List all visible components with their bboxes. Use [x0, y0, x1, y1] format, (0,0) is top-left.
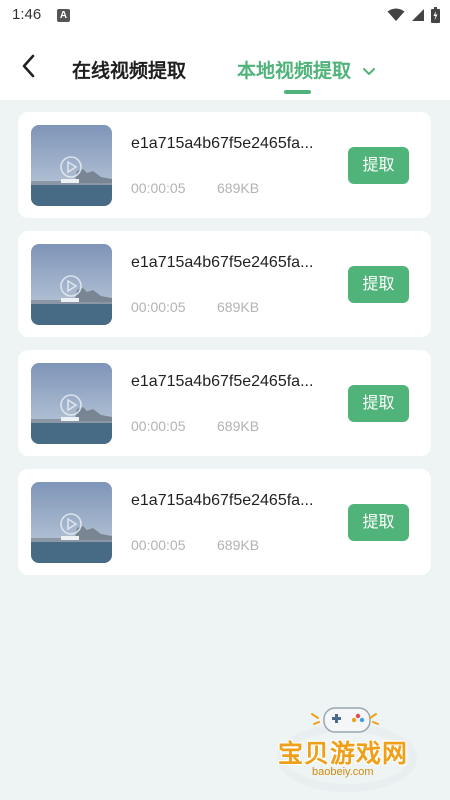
header: 在线视频提取 本地视频提取: [0, 32, 450, 100]
extract-button[interactable]: 提取: [348, 266, 409, 303]
video-size: 689KB: [217, 537, 260, 553]
video-thumbnail[interactable]: [31, 482, 112, 563]
tab-label: 在线视频提取: [72, 61, 187, 82]
back-button[interactable]: [16, 50, 44, 82]
video-list-item: e1a715a4b67f5e2465fa... 00:00:05 689KB 提…: [18, 112, 431, 218]
video-filename: e1a715a4b67f5e2465fa...: [131, 492, 314, 509]
video-list-item: e1a715a4b67f5e2465fa... 00:00:05 689KB 提…: [18, 350, 431, 456]
video-thumbnail-image: [31, 363, 112, 444]
video-list-item: e1a715a4b67f5e2465fa... 00:00:05 689KB 提…: [18, 231, 431, 337]
extract-button[interactable]: 提取: [348, 504, 409, 541]
video-thumbnail-image: [31, 125, 112, 206]
status-bar: 1:46 A: [0, 0, 450, 32]
extract-button[interactable]: 提取: [348, 147, 409, 184]
video-thumbnail-image: [31, 482, 112, 563]
video-duration: 00:00:05: [131, 299, 186, 315]
tab-label: 本地视频提取: [237, 61, 352, 82]
video-filename: e1a715a4b67f5e2465fa...: [131, 135, 314, 152]
tab-local-video-extract[interactable]: 本地视频提取: [237, 56, 376, 83]
video-thumbnail[interactable]: [31, 125, 112, 206]
watermark-url: baobeiy.com: [312, 766, 374, 778]
video-list-item: e1a715a4b67f5e2465fa... 00:00:05 689KB 提…: [18, 469, 431, 575]
video-duration: 00:00:05: [131, 418, 186, 434]
video-filename: e1a715a4b67f5e2465fa...: [131, 254, 314, 271]
back-arrow-icon: [22, 54, 35, 78]
video-size: 689KB: [217, 418, 260, 434]
battery-icon: [431, 7, 440, 23]
tab-online-video-extract[interactable]: 在线视频提取: [72, 56, 186, 83]
active-tab-indicator: [284, 90, 311, 94]
video-thumbnail[interactable]: [31, 244, 112, 325]
video-size: 689KB: [217, 180, 260, 196]
video-list: e1a715a4b67f5e2465fa... 00:00:05 689KB 提…: [18, 112, 431, 588]
wifi-icon: [387, 8, 405, 21]
video-thumbnail-image: [31, 244, 112, 325]
video-filename: e1a715a4b67f5e2465fa...: [131, 373, 314, 390]
watermark-logo: 宝贝游戏网 baobeiy.com: [272, 700, 422, 792]
watermark-text: 宝贝游戏网: [278, 740, 409, 768]
video-duration: 00:00:05: [131, 180, 186, 196]
extract-button[interactable]: 提取: [348, 385, 409, 422]
video-size: 689KB: [217, 299, 260, 315]
signal-icon: [412, 9, 424, 21]
notification-a-icon: A: [57, 9, 70, 22]
status-icons: [387, 7, 440, 23]
video-duration: 00:00:05: [131, 537, 186, 553]
chevron-down-icon: [363, 67, 376, 75]
status-time: 1:46: [12, 6, 42, 23]
video-thumbnail[interactable]: [31, 363, 112, 444]
